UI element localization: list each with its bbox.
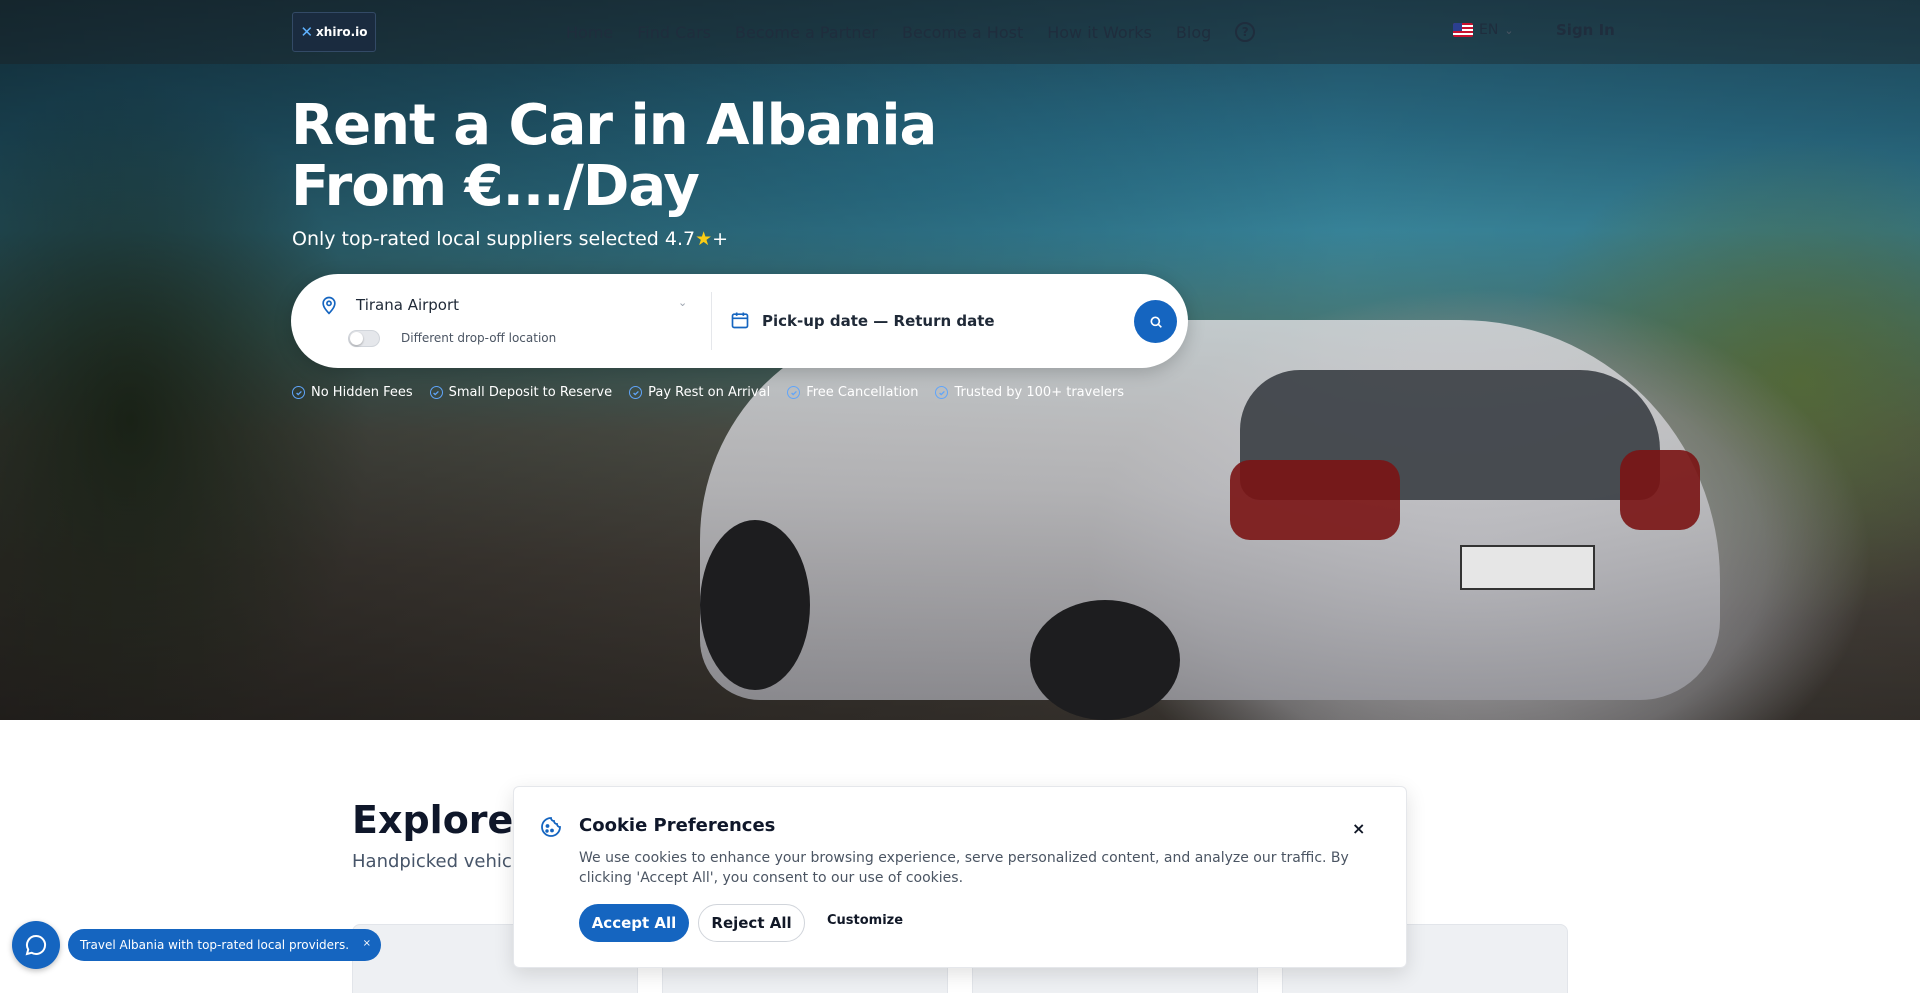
hero-headline: Rent a Car in Albania From €.../Day [291, 93, 937, 219]
chat-bubble-icon [25, 934, 47, 956]
badge-no-hidden-fees: No Hidden Fees [292, 385, 413, 400]
customize-button[interactable]: Customize [827, 913, 903, 928]
us-flag-icon [1453, 23, 1473, 37]
cookie-title: Cookie Preferences [579, 815, 776, 836]
star-icon: ★ [695, 228, 713, 250]
badge-label: Pay Rest on Arrival [648, 385, 771, 400]
pickup-location-select[interactable]: Tirana Airport [356, 296, 459, 314]
site-logo[interactable]: ✕ xhiro.io [292, 12, 376, 52]
toggle-knob [350, 332, 363, 345]
nav-link-become-partner[interactable]: Become a Partner [735, 23, 878, 42]
nav-link-blog[interactable]: Blog [1176, 23, 1211, 42]
chat-promo-bubble[interactable]: Travel Albania with top-rated local prov… [68, 929, 381, 961]
hero-car-taillight-right [1620, 450, 1700, 530]
badge-label: No Hidden Fees [311, 385, 413, 400]
cookie-banner: Cookie Preferences × We use cookies to e… [513, 786, 1407, 968]
hero-headline-line1: Rent a Car in Albania [291, 93, 937, 158]
nav-link-find-cars[interactable]: Find Cars [637, 23, 711, 42]
badge-small-deposit: Small Deposit to Reserve [429, 385, 613, 400]
help-icon[interactable]: ? [1235, 22, 1256, 42]
badge-trusted-travelers: Trusted by 100+ travelers [935, 385, 1124, 400]
logo-x-icon: ✕ [300, 23, 314, 41]
chevron-down-icon: ⌄ [1504, 23, 1514, 37]
cookie-icon [541, 817, 561, 837]
check-circle-icon [292, 386, 305, 399]
check-circle-icon [629, 386, 643, 399]
search-button[interactable] [1134, 300, 1177, 343]
hero-subline-plus: + [712, 228, 729, 250]
chat-button[interactable] [12, 921, 60, 969]
hero-car-wheel-front [700, 520, 810, 690]
hero-headline-line2: From €.../Day [291, 154, 700, 219]
close-icon[interactable]: × [363, 938, 371, 949]
hero-car-taillight-left [1230, 460, 1400, 540]
calendar-icon [731, 312, 749, 329]
hero-subline-text: Only top-rated local suppliers selected … [292, 228, 696, 250]
chevron-down-icon[interactable]: ⌄ [678, 296, 687, 309]
badge-label: Small Deposit to Reserve [448, 385, 613, 400]
dropoff-toggle-label: Different drop-off location [401, 331, 557, 345]
trust-badges: No Hidden Fees Small Deposit to Reserve … [292, 385, 1124, 400]
badge-label: Free Cancellation [806, 385, 919, 400]
nav-link-how-it-works[interactable]: How it Works [1047, 23, 1152, 42]
chat-promo-text: Travel Albania with top-rated local prov… [80, 938, 350, 952]
hero-car-plate [1460, 545, 1595, 590]
badge-free-cancellation: Free Cancellation [787, 385, 918, 400]
nav-links: Home Find Cars Become a Partner Become a… [566, 0, 1256, 64]
dropoff-toggle[interactable] [348, 330, 380, 347]
explore-section-title: Explore [352, 798, 514, 842]
language-selector[interactable]: EN ⌄ [1453, 22, 1514, 38]
logo-text: xhiro.io [316, 25, 368, 39]
badge-label: Trusted by 100+ travelers [954, 385, 1125, 400]
explore-section-subtitle: Handpicked vehic [352, 851, 512, 872]
nav-link-home[interactable]: Home [566, 23, 613, 42]
sign-in-button[interactable]: Sign In [1556, 21, 1615, 39]
top-navbar: ✕ xhiro.io Home Find Cars Become a Partn… [0, 0, 1920, 64]
accept-all-button[interactable]: Accept All [579, 904, 689, 942]
search-icon [1150, 316, 1162, 328]
badge-pay-rest-on-arrival: Pay Rest on Arrival [629, 385, 770, 400]
search-bar: Tirana Airport ⌄ Different drop-off loca… [291, 274, 1188, 368]
check-circle-icon [787, 386, 801, 399]
hero-car-wheel-rear [1030, 600, 1180, 720]
language-code: EN [1479, 22, 1499, 38]
check-circle-icon [935, 386, 949, 399]
nav-link-become-host[interactable]: Become a Host [902, 23, 1023, 42]
reject-all-button[interactable]: Reject All [698, 904, 805, 942]
search-divider [711, 292, 712, 350]
close-icon[interactable]: × [1352, 819, 1365, 838]
date-range-picker[interactable]: Pick-up date — Return date [762, 312, 995, 330]
location-pin-icon [322, 296, 336, 315]
cookie-description: We use cookies to enhance your browsing … [579, 850, 1349, 886]
check-circle-icon [429, 386, 443, 399]
hero-subline: Only top-rated local suppliers selected … [292, 228, 728, 250]
